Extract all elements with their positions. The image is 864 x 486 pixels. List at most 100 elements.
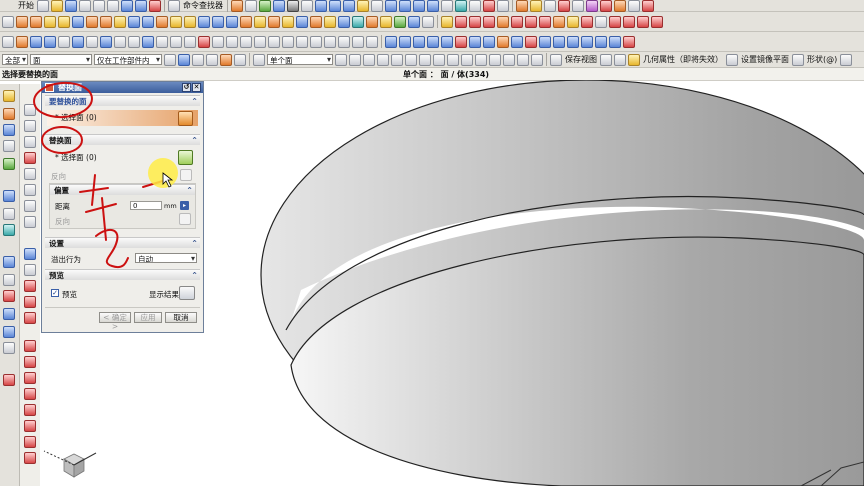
rule-option-icon[interactable] (531, 53, 543, 66)
n-sided-icon[interactable] (469, 35, 481, 48)
shape-menu-button[interactable]: 形状(@) (806, 54, 838, 65)
new-file-icon[interactable] (37, 0, 49, 12)
i-form-icon[interactable] (567, 35, 579, 48)
section-icon[interactable] (455, 0, 467, 12)
kf-icon[interactable] (3, 374, 15, 386)
conic-tool-icon[interactable] (24, 372, 36, 384)
face-rule-dropdown[interactable]: 单个面 (267, 54, 333, 65)
shape-icon[interactable] (792, 53, 804, 66)
polygon-tool-icon[interactable] (24, 200, 36, 212)
shell-icon[interactable] (268, 15, 280, 28)
boss-icon[interactable] (58, 15, 70, 28)
layer-icon[interactable] (259, 0, 271, 12)
find-icon[interactable] (168, 0, 180, 12)
view-top-icon[interactable] (399, 0, 411, 12)
face-filter-dropdown[interactable]: 面 (30, 54, 92, 65)
dim-icon[interactable] (572, 0, 584, 12)
delete-icon[interactable] (149, 0, 161, 12)
process-studio-icon[interactable] (3, 290, 15, 302)
rule-option-icon[interactable] (503, 53, 515, 66)
mirror-icon[interactable] (628, 0, 640, 12)
enlarge-icon[interactable] (581, 35, 593, 48)
mirror-plane-icon[interactable] (726, 53, 738, 66)
select-all-icon[interactable] (164, 53, 176, 66)
constraint-tool-icon[interactable] (24, 420, 36, 432)
system-material-icon[interactable] (3, 274, 15, 286)
rule-option-icon[interactable] (447, 53, 459, 66)
existing-point-icon[interactable] (114, 35, 126, 48)
show-result-magnifier-icon[interactable] (179, 286, 195, 300)
palette-icon[interactable] (3, 224, 15, 236)
extend-icon[interactable] (614, 0, 626, 12)
block-icon[interactable] (142, 15, 154, 28)
constraint-icon[interactable] (530, 0, 542, 12)
intersect-icon[interactable] (226, 15, 238, 28)
rule-option-icon[interactable] (461, 53, 473, 66)
untrim-icon[interactable] (539, 35, 551, 48)
mirror-feature-icon[interactable] (352, 15, 364, 28)
draft-icon[interactable] (282, 15, 294, 28)
trim-sheet-icon[interactable] (525, 35, 537, 48)
chamfer-icon[interactable] (254, 15, 266, 28)
dialog-titlebar[interactable]: 替换面 ↺ ✕ (42, 82, 203, 93)
line-icon[interactable] (198, 35, 210, 48)
constraint-navigator-icon[interactable] (3, 140, 15, 152)
pattern-tool-icon[interactable] (24, 248, 36, 260)
view-trimetric-icon[interactable] (441, 0, 453, 12)
rule-option-icon[interactable] (405, 53, 417, 66)
rib-icon[interactable] (128, 15, 140, 28)
section-target-face[interactable]: 要替换的面 ⌃ (45, 95, 200, 106)
extend-tool-icon[interactable] (24, 296, 36, 308)
snap-point-icon[interactable] (16, 35, 28, 48)
paste-icon[interactable] (107, 0, 119, 12)
reverse-direction-icon[interactable] (180, 169, 192, 181)
more-icon[interactable] (840, 53, 853, 66)
profile-icon[interactable] (24, 104, 36, 116)
assembly-navigator-icon[interactable] (3, 124, 15, 136)
swept-icon[interactable] (427, 35, 439, 48)
intersect-curve-icon[interactable] (338, 35, 350, 48)
radial-dim-icon[interactable] (637, 15, 649, 28)
mirror-tool-icon[interactable] (24, 264, 36, 276)
line-tool-icon[interactable] (24, 120, 36, 132)
offset-tool-icon[interactable] (24, 216, 36, 228)
target-face-select-row[interactable]: * 选择面 (0) (47, 110, 198, 126)
extrude-icon[interactable] (16, 15, 28, 28)
reverse-offset-icon[interactable] (179, 213, 191, 225)
copy-face-icon[interactable] (511, 15, 523, 28)
history-clock-icon[interactable] (3, 256, 15, 268)
geometry-property-icon[interactable] (628, 53, 640, 66)
match-edge-icon[interactable] (609, 35, 621, 48)
system-scene-icon[interactable] (3, 342, 15, 354)
fillet-tool-icon[interactable] (24, 168, 36, 180)
auto-constraint-icon[interactable] (24, 436, 36, 448)
tangent-icon[interactable] (184, 35, 196, 48)
rule-option-icon[interactable] (363, 53, 375, 66)
point-on-curve-icon[interactable] (128, 35, 140, 48)
grid-icon[interactable] (2, 35, 14, 48)
collapse-icon[interactable]: ⌃ (191, 135, 198, 146)
apply-button[interactable]: 应用 (134, 312, 162, 323)
rule-option-icon[interactable] (419, 53, 431, 66)
hd3d-icon[interactable] (3, 190, 15, 202)
chamfer-tool-icon[interactable] (24, 184, 36, 196)
dimension-tool-icon[interactable] (24, 404, 36, 416)
red-icon[interactable] (483, 0, 495, 12)
project-curve-icon[interactable] (324, 35, 336, 48)
corner-tool-icon[interactable] (24, 312, 36, 324)
x-form-icon[interactable] (553, 35, 565, 48)
edit-section-icon[interactable] (595, 15, 607, 28)
assembly-icon[interactable] (516, 0, 528, 12)
center-icon[interactable] (86, 35, 98, 48)
text-icon[interactable] (254, 35, 266, 48)
ruled-icon[interactable] (441, 35, 453, 48)
geometry-property-button[interactable]: 几何属性（即将失效） (642, 54, 724, 65)
select-face-icon[interactable] (178, 111, 193, 126)
cut-face-icon[interactable] (525, 15, 537, 28)
roles-icon[interactable] (3, 326, 15, 338)
surface-icon[interactable] (385, 35, 397, 48)
join-curve-icon[interactable] (366, 35, 378, 48)
rotate-icon[interactable] (343, 0, 355, 12)
sketch-icon[interactable] (231, 0, 243, 12)
pull-face-icon[interactable] (455, 15, 467, 28)
